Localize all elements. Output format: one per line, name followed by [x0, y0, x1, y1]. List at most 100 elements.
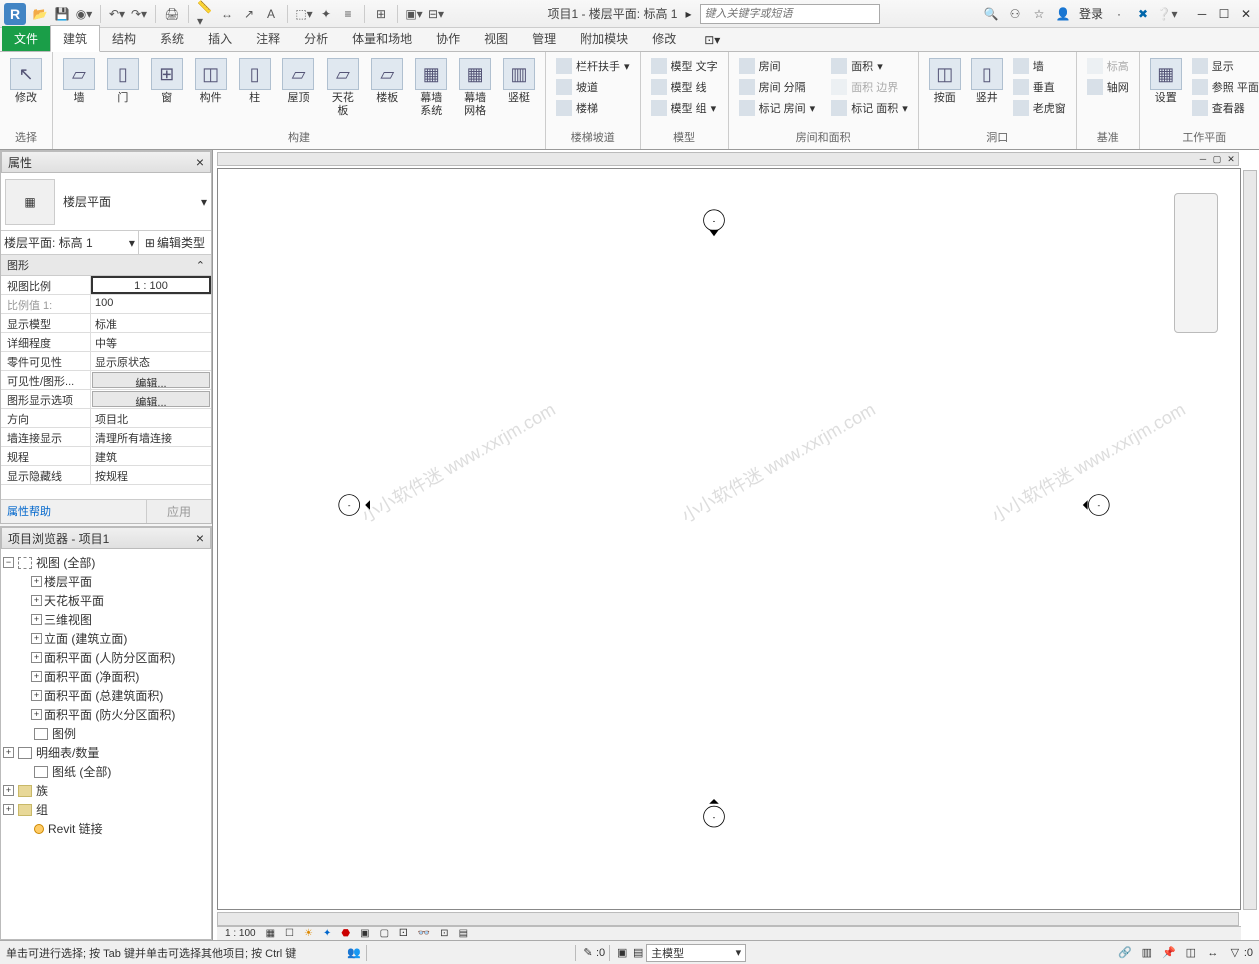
navigation-bar[interactable] [1174, 193, 1218, 333]
editable-only-icon[interactable]: ✎ [580, 945, 596, 961]
close-hidden-icon[interactable]: ⊞ [373, 6, 389, 22]
prop-row[interactable]: 墙连接显示清理所有墙连接 [1, 428, 211, 447]
door-button[interactable]: ▯门 [103, 56, 143, 127]
tab-insert[interactable]: 插入 [196, 26, 244, 51]
railing-button[interactable]: 栏杆扶手 ▾ [552, 56, 634, 76]
prop-row[interactable]: 显示模型标准 [1, 314, 211, 333]
chevron-down-icon[interactable]: ▾ [201, 195, 207, 209]
signin-label[interactable]: 登录 [1079, 5, 1103, 22]
undo-icon[interactable]: ↶▾ [109, 6, 125, 22]
expand-icon[interactable]: + [3, 785, 14, 796]
modify-button[interactable]: ↖ 修改 [6, 56, 46, 127]
select-links-icon[interactable]: 🔗 [1117, 945, 1133, 961]
model-text-button[interactable]: 模型 文字 [647, 56, 722, 76]
favorite-icon[interactable]: ☆ [1031, 6, 1047, 22]
tab-modify[interactable]: 修改 [640, 26, 688, 51]
binoculars-icon[interactable]: 🔍 [983, 6, 999, 22]
signin-icon[interactable]: 👤 [1055, 6, 1071, 22]
prop-value[interactable]: 项目北 [91, 409, 211, 427]
instance-selector[interactable]: 楼层平面: 标高 1▾ [1, 231, 139, 254]
maximize-button[interactable]: ☐ [1215, 6, 1233, 22]
expand-icon[interactable]: + [31, 671, 42, 682]
detail-level-icon[interactable]: ▦ [264, 928, 277, 939]
select-pinned-icon[interactable]: 📌 [1161, 945, 1177, 961]
props-category[interactable]: 图形 ⌃ [1, 255, 211, 276]
sync-icon[interactable]: ◉▾ [76, 6, 92, 22]
expand-icon[interactable]: + [31, 690, 42, 701]
grid-button[interactable]: 轴网 [1083, 77, 1133, 97]
view-scale-button[interactable]: 1 : 100 [223, 928, 258, 939]
select-underlay-icon[interactable]: ▥ [1139, 945, 1155, 961]
expand-icon[interactable]: + [31, 595, 42, 606]
prop-value[interactable]: 按规程 [91, 466, 211, 484]
reveal-hidden-icon[interactable]: ⊡ [438, 928, 450, 939]
edit-type-button[interactable]: ⊞ 编辑类型 [139, 231, 211, 254]
tree-node[interactable]: +面积平面 (净面积) [3, 667, 209, 686]
curtain-system-button[interactable]: ▦幕墙 系统 [411, 56, 451, 127]
tab-massing[interactable]: 体量和场地 [340, 26, 424, 51]
prop-value[interactable]: 显示原状态 [91, 352, 211, 370]
worksets-icon[interactable]: 👥 [346, 945, 362, 961]
visual-style-icon[interactable]: ☐ [283, 928, 296, 939]
prop-value[interactable]: 100 [91, 295, 211, 313]
wall-opening-button[interactable]: 墙 [1009, 56, 1070, 76]
prop-row[interactable]: 图形显示选项编辑... [1, 390, 211, 409]
sun-path-icon[interactable]: ☀ [302, 928, 315, 939]
close-button[interactable]: ✕ [1237, 6, 1255, 22]
tree-node-links[interactable]: Revit 链接 [3, 819, 209, 838]
customize-qat-icon[interactable]: ⊟▾ [428, 6, 444, 22]
exclude-options-icon[interactable]: ▤ [630, 945, 646, 961]
curtain-grid-button[interactable]: ▦幕墙 网格 [455, 56, 495, 127]
model-line-button[interactable]: 模型 线 [647, 77, 722, 97]
open-icon[interactable]: 📂 [32, 6, 48, 22]
close-icon[interactable]: × [196, 530, 204, 546]
3d-icon[interactable]: ⬚▾ [296, 6, 312, 22]
measure-icon[interactable]: 📏▾ [197, 6, 213, 22]
switch-windows-icon[interactable]: ▣▾ [406, 6, 422, 22]
shadows-icon[interactable]: ✦ [321, 928, 333, 939]
temp-hide-icon[interactable]: 👓 [416, 928, 432, 939]
prop-value[interactable]: 编辑... [92, 372, 210, 388]
tree-node[interactable]: +楼层平面 [3, 572, 209, 591]
shaft-button[interactable]: ▯竖井 [967, 56, 1007, 118]
prop-value[interactable]: 标准 [91, 314, 211, 332]
dormer-button[interactable]: 老虎窗 [1009, 98, 1070, 118]
view-restore-icon[interactable]: ▢ [1211, 154, 1223, 164]
prop-row[interactable]: 比例值 1:100 [1, 295, 211, 314]
crop-view-icon[interactable]: ▣ [358, 928, 371, 939]
tree-node-sheets[interactable]: 图纸 (全部) [3, 762, 209, 781]
view-minimize-icon[interactable]: ─ [1197, 154, 1209, 164]
expand-icon[interactable]: + [3, 747, 14, 758]
drag-elements-icon[interactable]: ↔ [1205, 945, 1221, 961]
redo-icon[interactable]: ↷▾ [131, 6, 147, 22]
elevation-marker-west[interactable]: - [338, 489, 370, 521]
stair-button[interactable]: 楼梯 [552, 98, 634, 118]
tree-node[interactable]: +面积平面 (防火分区面积) [3, 705, 209, 724]
tree-node[interactable]: +立面 (建筑立面) [3, 629, 209, 648]
tree-node-families[interactable]: +族 [3, 781, 209, 800]
app-logo[interactable]: R [4, 3, 26, 25]
properties-help-link[interactable]: 属性帮助 [1, 500, 146, 523]
ceiling-button[interactable]: ▱天花板 [322, 56, 363, 127]
tab-view[interactable]: 视图 [472, 26, 520, 51]
by-face-button[interactable]: ◫按面 [925, 56, 965, 118]
tree-node[interactable]: +三维视图 [3, 610, 209, 629]
prop-row[interactable]: 规程建筑 [1, 447, 211, 466]
tab-systems[interactable]: 系统 [148, 26, 196, 51]
show-plane-button[interactable]: 显示 [1188, 56, 1259, 76]
tab-manage[interactable]: 管理 [520, 26, 568, 51]
prop-row[interactable]: 视图比例1 : 100 [1, 276, 211, 295]
unlock-3d-icon[interactable]: ⚀ [397, 928, 410, 939]
community-icon[interactable]: ⚇ [1007, 6, 1023, 22]
elevation-marker-north[interactable]: - [698, 209, 730, 241]
tag-room-button[interactable]: 标记 房间 ▾ [735, 98, 820, 118]
design-option-selector[interactable]: 主模型 ▾ [646, 944, 746, 962]
tab-file[interactable]: 文件 [2, 26, 50, 51]
print-icon[interactable]: 🖨 [164, 6, 180, 22]
expand-icon[interactable]: + [31, 614, 42, 625]
elevation-marker-east[interactable]: - [1078, 489, 1110, 521]
window-button[interactable]: ⊞窗 [147, 56, 187, 127]
type-selector[interactable]: ▦ 楼层平面 ▾ [1, 173, 211, 231]
ref-plane-button[interactable]: 参照 平面 [1188, 77, 1259, 97]
properties-header[interactable]: 属性 × [1, 151, 211, 173]
